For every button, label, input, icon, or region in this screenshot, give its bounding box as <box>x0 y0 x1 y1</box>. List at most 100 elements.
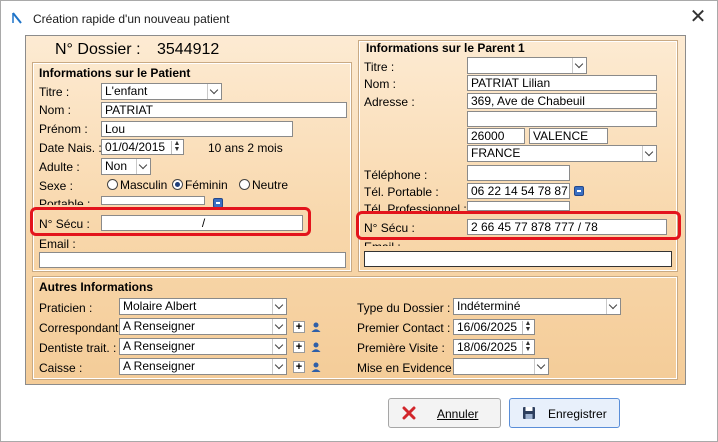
parent-portable-label: Tél. Portable : <box>364 185 439 199</box>
dossier-number: 3544912 <box>157 41 220 58</box>
type-dossier-select[interactable]: Indéterminé <box>453 298 621 315</box>
parent-pro-label: Tél. Professionnel : <box>364 202 467 211</box>
parent-ville-input[interactable]: VALENCE <box>529 128 608 144</box>
parent-telephone-label: Téléphone : <box>364 168 428 182</box>
praticien-value: Molaire Albert <box>123 299 197 313</box>
parent-section-title: Informations sur le Parent 1 <box>366 41 525 55</box>
patient-section-title: Informations sur le Patient <box>39 66 191 80</box>
patient-portable-input[interactable] <box>101 196 205 205</box>
enregistrer-label: Enregistrer <box>548 407 607 421</box>
patient-nom-input[interactable]: PATRIAT <box>101 102 347 118</box>
title-bar: Création rapide d'un nouveau patient ✕ <box>1 1 717 35</box>
parent-adresse-line1[interactable]: 369, Ave de Chabeuil <box>467 93 657 109</box>
autres-section-title: Autres Informations <box>39 280 154 294</box>
dentiste-label: Dentiste trait. : <box>39 341 117 355</box>
sexe-masculin-label: Masculin <box>120 178 168 192</box>
sexe-feminin-radio[interactable] <box>172 179 183 190</box>
patient-titre-value: L'enfant <box>105 84 148 98</box>
caisse-select[interactable]: A Renseigner <box>119 358 287 375</box>
patient-portable-label: Portable : <box>39 197 91 205</box>
chevron-down-icon <box>572 58 586 73</box>
caisse-label: Caisse : <box>39 361 83 375</box>
patient-adulte-value: Non <box>105 159 128 173</box>
sexe-neutre-radio[interactable] <box>239 179 250 190</box>
mise-en-evidence-label: Mise en Evidence : <box>357 361 459 375</box>
cancel-x-icon <box>402 406 416 420</box>
parent-nom-label: Nom : <box>364 77 397 91</box>
patient-email-input[interactable] <box>39 252 346 268</box>
patient-date-label: Date Nais. : <box>39 141 102 155</box>
chevron-down-icon <box>272 299 286 314</box>
chevron-down-icon <box>606 299 620 314</box>
premier-contact-input[interactable]: 16/06/2025 ▲ ▼ <box>453 319 535 335</box>
user-icon[interactable] <box>310 341 322 353</box>
parent-titre-select[interactable] <box>467 57 587 74</box>
dentiste-select[interactable]: A Renseigner <box>119 338 287 355</box>
save-disk-icon <box>523 407 535 419</box>
parent-cp-input[interactable]: 26000 <box>467 128 525 144</box>
mise-en-evidence-select[interactable] <box>453 358 549 375</box>
parent-email-input[interactable] <box>364 251 672 267</box>
correspondant-select[interactable]: A Renseigner <box>119 318 287 335</box>
chevron-down-icon <box>642 146 656 161</box>
patient-titre-select[interactable]: L'enfant <box>101 83 222 100</box>
user-icon[interactable] <box>310 321 322 333</box>
spinner-icon[interactable]: ▲ ▼ <box>522 340 533 354</box>
dentiste-value: A Renseigner <box>123 339 196 353</box>
correspondant-value: A Renseigner <box>123 319 196 333</box>
patient-date-value: 01/04/2015 <box>105 140 166 154</box>
close-button[interactable]: ✕ <box>685 7 711 29</box>
parent-adresse-label: Adresse : <box>364 95 415 109</box>
premiere-visite-input[interactable]: 18/06/2025 ▲ ▼ <box>453 339 535 355</box>
type-dossier-value: Indéterminé <box>457 299 521 313</box>
parent-nom-input[interactable]: PATRIAT Lilian <box>467 75 657 91</box>
premier-contact-label: Premier Contact : <box>357 321 451 335</box>
patient-adulte-label: Adulte : <box>39 160 80 174</box>
dialog-window: Création rapide d'un nouveau patient ✕ N… <box>0 0 718 442</box>
correspondant-label: Correspondant : <box>39 321 126 335</box>
annuler-button[interactable]: Annuler <box>388 398 501 428</box>
chevron-down-icon <box>534 359 548 374</box>
parent-pro-input[interactable] <box>467 201 570 211</box>
add-dentiste-button[interactable]: + <box>293 341 305 353</box>
window-title: Création rapide d'un nouveau patient <box>33 12 230 26</box>
user-icon[interactable] <box>310 361 322 373</box>
patient-prenom-label: Prénom : <box>39 122 88 136</box>
caisse-value: A Renseigner <box>123 359 196 373</box>
enregistrer-button[interactable]: Enregistrer <box>509 398 620 428</box>
minus-icon[interactable] <box>574 186 584 196</box>
patient-titre-label: Titre : <box>39 85 70 99</box>
patient-secu-highlight <box>30 207 311 236</box>
praticien-label: Praticien : <box>39 301 93 315</box>
parent-pays-select[interactable]: FRANCE <box>467 145 657 162</box>
patient-email-label: Email : <box>39 237 76 251</box>
patient-date-input[interactable]: 01/04/2015 ▲ ▼ <box>101 139 184 155</box>
sexe-masculin-radio[interactable] <box>107 179 118 190</box>
premier-contact-value: 16/06/2025 <box>457 320 518 334</box>
patient-nom-label: Nom : <box>39 103 72 117</box>
add-caisse-button[interactable]: + <box>293 361 305 373</box>
annuler-label: Annuler <box>437 407 479 421</box>
praticien-select[interactable]: Molaire Albert <box>119 298 287 315</box>
chevron-down-icon <box>207 84 221 99</box>
spinner-icon[interactable]: ▲ ▼ <box>522 320 533 334</box>
type-dossier-label: Type du Dossier : <box>357 301 451 315</box>
patient-prenom-input[interactable]: Lou <box>101 121 293 137</box>
parent-portable-input[interactable]: 06 22 14 54 78 87 <box>467 183 570 199</box>
add-correspondant-button[interactable]: + <box>293 321 305 333</box>
patient-age: 10 ans 2 mois <box>208 141 283 155</box>
parent-titre-label: Titre : <box>364 60 395 74</box>
chevron-down-icon <box>272 359 286 374</box>
sexe-feminin-label: Féminin <box>185 178 228 192</box>
parent-secu-highlight <box>356 211 681 240</box>
premiere-visite-value: 18/06/2025 <box>457 340 518 354</box>
app-logo-icon <box>12 12 22 24</box>
patient-sexe-label: Sexe : <box>39 179 74 193</box>
patient-adulte-select[interactable]: Non <box>101 158 151 175</box>
dossier-label: N° Dossier : <box>55 41 141 58</box>
parent-telephone-input[interactable] <box>467 165 570 181</box>
parent-adresse-line2[interactable] <box>467 111 657 127</box>
parent-email-label: Email : <box>364 240 401 246</box>
premiere-visite-label: Première Visite : <box>357 341 445 355</box>
spinner-icon[interactable]: ▲ ▼ <box>171 140 182 154</box>
